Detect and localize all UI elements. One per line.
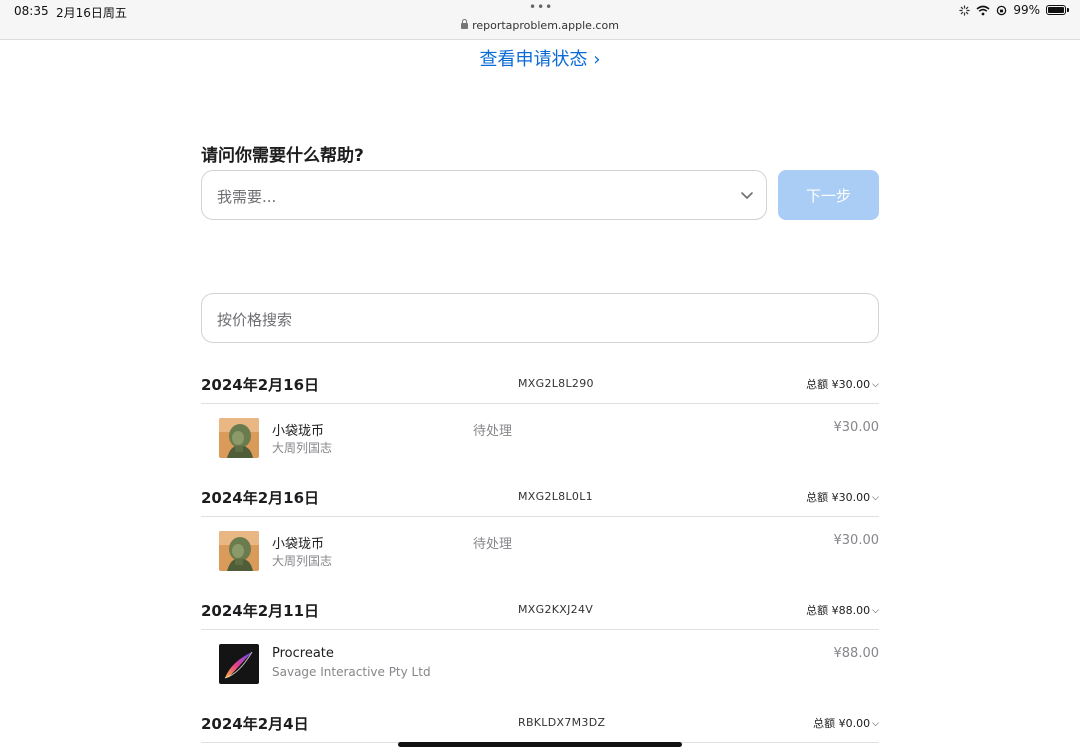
status-time: 08:35 — [14, 4, 49, 18]
chevron-down-icon: ⌵ — [872, 606, 879, 616]
order-item[interactable]: Procreate Savage Interactive Pty Ltd ¥88… — [201, 630, 879, 702]
order-total-toggle[interactable]: 总额 ¥88.00 ⌵ — [806, 602, 879, 618]
problem-type-select[interactable]: 我需要... — [201, 170, 767, 220]
status-bar: 08:35 2月16日周五 ••• reportaproblem.apple.c… — [0, 0, 1080, 40]
chevron-down-icon — [741, 192, 753, 199]
game-character-icon — [219, 531, 259, 571]
order-total: 总额 ¥30.00 — [806, 491, 871, 504]
status-indicators: 99% — [959, 3, 1069, 17]
item-price: ¥88.00 — [833, 646, 880, 661]
wifi-icon — [976, 5, 990, 15]
order-total-toggle[interactable]: 总额 ¥30.00 ⌵ — [806, 489, 879, 505]
order-id: MXG2L8L0L1 — [518, 490, 593, 503]
order-header[interactable]: 2024年2月16日 MXG2L8L290 总额 ¥30.00 ⌵ — [201, 364, 879, 404]
order-header[interactable]: 2024年2月11日 MXG2KXJ24V 总额 ¥88.00 ⌵ — [201, 590, 879, 630]
lock-icon — [461, 19, 469, 29]
item-title: 小袋珑币 — [272, 537, 325, 552]
order-id: RBKLDX7M3DZ — [518, 716, 606, 729]
order-total: 总额 ¥88.00 — [806, 604, 871, 617]
help-question-heading: 请问你需要什么帮助? — [201, 146, 364, 166]
orientation-lock-icon — [997, 5, 1007, 15]
order-date: 2024年2月4日 — [201, 715, 309, 733]
next-step-button[interactable]: 下一步 — [778, 170, 879, 220]
price-search-input[interactable]: 按价格搜索 — [201, 293, 879, 343]
item-status: 待处理 — [473, 537, 513, 552]
item-developer: Savage Interactive Pty Ltd — [272, 665, 431, 679]
item-developer: 大周列国志 — [272, 441, 333, 455]
item-price: ¥30.00 — [833, 533, 880, 548]
item-price: ¥30.00 — [833, 420, 880, 435]
battery-percent: 99% — [1013, 3, 1040, 17]
multitask-dots-icon[interactable]: ••• — [529, 0, 553, 14]
item-developer: 大周列国志 — [272, 554, 333, 568]
address-url: reportaproblem.apple.com — [472, 19, 619, 32]
order-total-toggle[interactable]: 总额 ¥30.00 ⌵ — [806, 376, 879, 392]
home-indicator[interactable] — [398, 742, 682, 747]
procreate-app-icon — [219, 644, 259, 684]
chevron-down-icon: ⌵ — [872, 380, 879, 390]
battery-icon — [1046, 5, 1069, 15]
order-date: 2024年2月16日 — [201, 376, 320, 394]
select-placeholder: 我需要... — [217, 188, 277, 206]
item-status: 待处理 — [473, 424, 513, 439]
item-title: 小袋珑币 — [272, 424, 325, 439]
order-date: 2024年2月11日 — [201, 602, 320, 620]
view-request-status-link[interactable]: 查看申请状态 › — [0, 45, 1080, 71]
search-placeholder: 按价格搜索 — [217, 311, 293, 329]
chevron-down-icon: ⌵ — [872, 719, 879, 729]
order-item[interactable]: 小袋珑币 大周列国志 待处理 ¥30.00 — [201, 404, 879, 476]
order-total-toggle[interactable]: 总额 ¥0.00 ⌵ — [813, 715, 879, 731]
order-date: 2024年2月16日 — [201, 489, 320, 507]
order-header[interactable]: 2024年2月16日 MXG2L8L0L1 总额 ¥30.00 ⌵ — [201, 477, 879, 517]
order-header[interactable]: 2024年2月4日 RBKLDX7M3DZ 总额 ¥0.00 ⌵ — [201, 703, 879, 743]
address-bar[interactable]: reportaproblem.apple.com — [0, 19, 1080, 32]
chevron-down-icon: ⌵ — [872, 493, 879, 503]
loading-spinner-icon — [959, 4, 971, 16]
order-item[interactable]: 小袋珑币 大周列国志 待处理 ¥30.00 — [201, 517, 879, 589]
order-id: MXG2L8L290 — [518, 377, 594, 390]
order-total: 总额 ¥30.00 — [806, 378, 871, 391]
order-total: 总额 ¥0.00 — [813, 717, 871, 730]
game-character-icon — [219, 418, 259, 458]
order-id: MXG2KXJ24V — [518, 603, 594, 616]
item-title: Procreate — [272, 646, 334, 661]
